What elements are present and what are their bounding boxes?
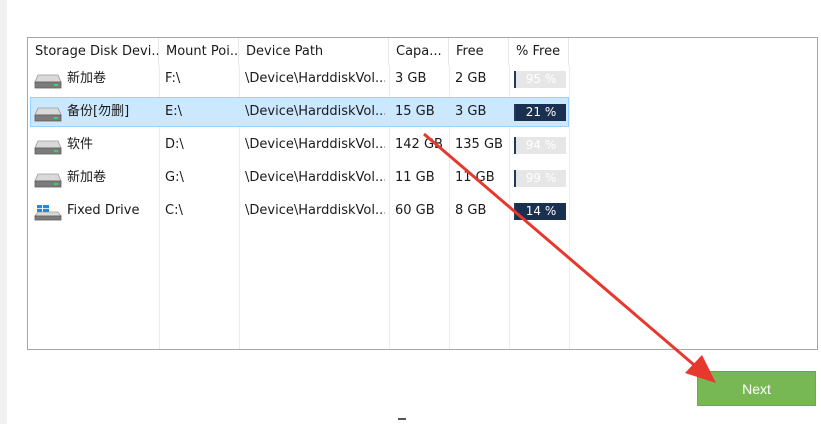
left-edge-strip — [0, 0, 7, 424]
percent-free-label: 21 % — [525, 105, 557, 119]
column-header-device-path[interactable]: Device Path — [239, 38, 389, 65]
percent-free-bar: 94 % — [514, 137, 566, 154]
percent-free-label: 14 % — [525, 204, 557, 218]
device-path: \Device\HarddiskVol... — [245, 170, 385, 185]
percent-free-label: 99 % — [525, 171, 557, 185]
drive-name: 软件 — [67, 137, 94, 152]
mount-point: D:\ — [165, 137, 184, 152]
hard-drive-icon — [34, 173, 62, 188]
column-header-capacity[interactable]: Capa... — [389, 38, 449, 65]
windows-drive-icon — [34, 205, 62, 221]
column-header-percent-free[interactable]: % Free — [509, 38, 569, 65]
table-row[interactable]: Fixed Drive C:\ \Device\HarddiskVol... 6… — [28, 195, 817, 227]
device-path: \Device\HarddiskVol... — [245, 71, 385, 86]
device-path: \Device\HarddiskVol... — [245, 137, 385, 152]
percent-free-bar: 21 % — [514, 104, 566, 121]
percent-free-bar: 95 % — [514, 71, 566, 88]
device-path: \Device\HarddiskVol... — [245, 104, 385, 119]
column-header-mount-point[interactable]: Mount Poi... — [159, 38, 239, 65]
capacity: 3 GB — [395, 71, 427, 86]
mount-point: C:\ — [165, 203, 183, 218]
table-row[interactable]: 新加卷 F:\ \Device\HarddiskVol... 3 GB 2 GB… — [28, 63, 817, 95]
free-space: 11 GB — [455, 170, 495, 185]
capacity: 142 GB — [395, 137, 443, 152]
drive-name: 新加卷 — [67, 170, 107, 185]
column-header-storage-disk-device[interactable]: Storage Disk Devi... — [28, 38, 159, 65]
hard-drive-icon — [34, 107, 62, 122]
table-row[interactable]: 软件 D:\ \Device\HarddiskVol... 142 GB 135… — [28, 129, 817, 161]
free-space: 2 GB — [455, 71, 487, 86]
hard-drive-icon — [34, 140, 62, 155]
free-space: 135 GB — [455, 137, 503, 152]
disk-list[interactable]: Storage Disk Devi... Mount Poi... Device… — [27, 37, 818, 350]
percent-free-label: 94 % — [525, 138, 557, 152]
device-path: \Device\HarddiskVol... — [245, 203, 385, 218]
hard-drive-icon — [34, 74, 62, 89]
capacity: 11 GB — [395, 170, 435, 185]
table-row-selected[interactable]: 备份[勿删] E:\ \Device\HarddiskVol... 15 GB … — [28, 96, 817, 128]
mount-point: G:\ — [165, 170, 184, 185]
capacity: 15 GB — [395, 104, 435, 119]
drive-name: 新加卷 — [67, 71, 107, 86]
free-space: 8 GB — [455, 203, 487, 218]
capacity: 60 GB — [395, 203, 435, 218]
mount-point: E:\ — [165, 104, 182, 119]
drive-name: Fixed Drive — [67, 203, 140, 218]
mount-point: F:\ — [165, 71, 181, 86]
column-header-free[interactable]: Free — [449, 38, 509, 65]
list-header: Storage Disk Devi... Mount Poi... Device… — [28, 38, 817, 65]
scroll-indicator-mark — [398, 418, 406, 420]
percent-free-bar: 14 % — [514, 203, 566, 220]
table-row[interactable]: 新加卷 G:\ \Device\HarddiskVol... 11 GB 11 … — [28, 162, 817, 194]
free-space: 3 GB — [455, 104, 487, 119]
percent-free-label: 95 % — [525, 72, 557, 86]
percent-free-bar: 99 % — [514, 170, 566, 187]
next-button[interactable]: Next — [697, 371, 816, 406]
drive-name: 备份[勿删] — [67, 104, 130, 119]
